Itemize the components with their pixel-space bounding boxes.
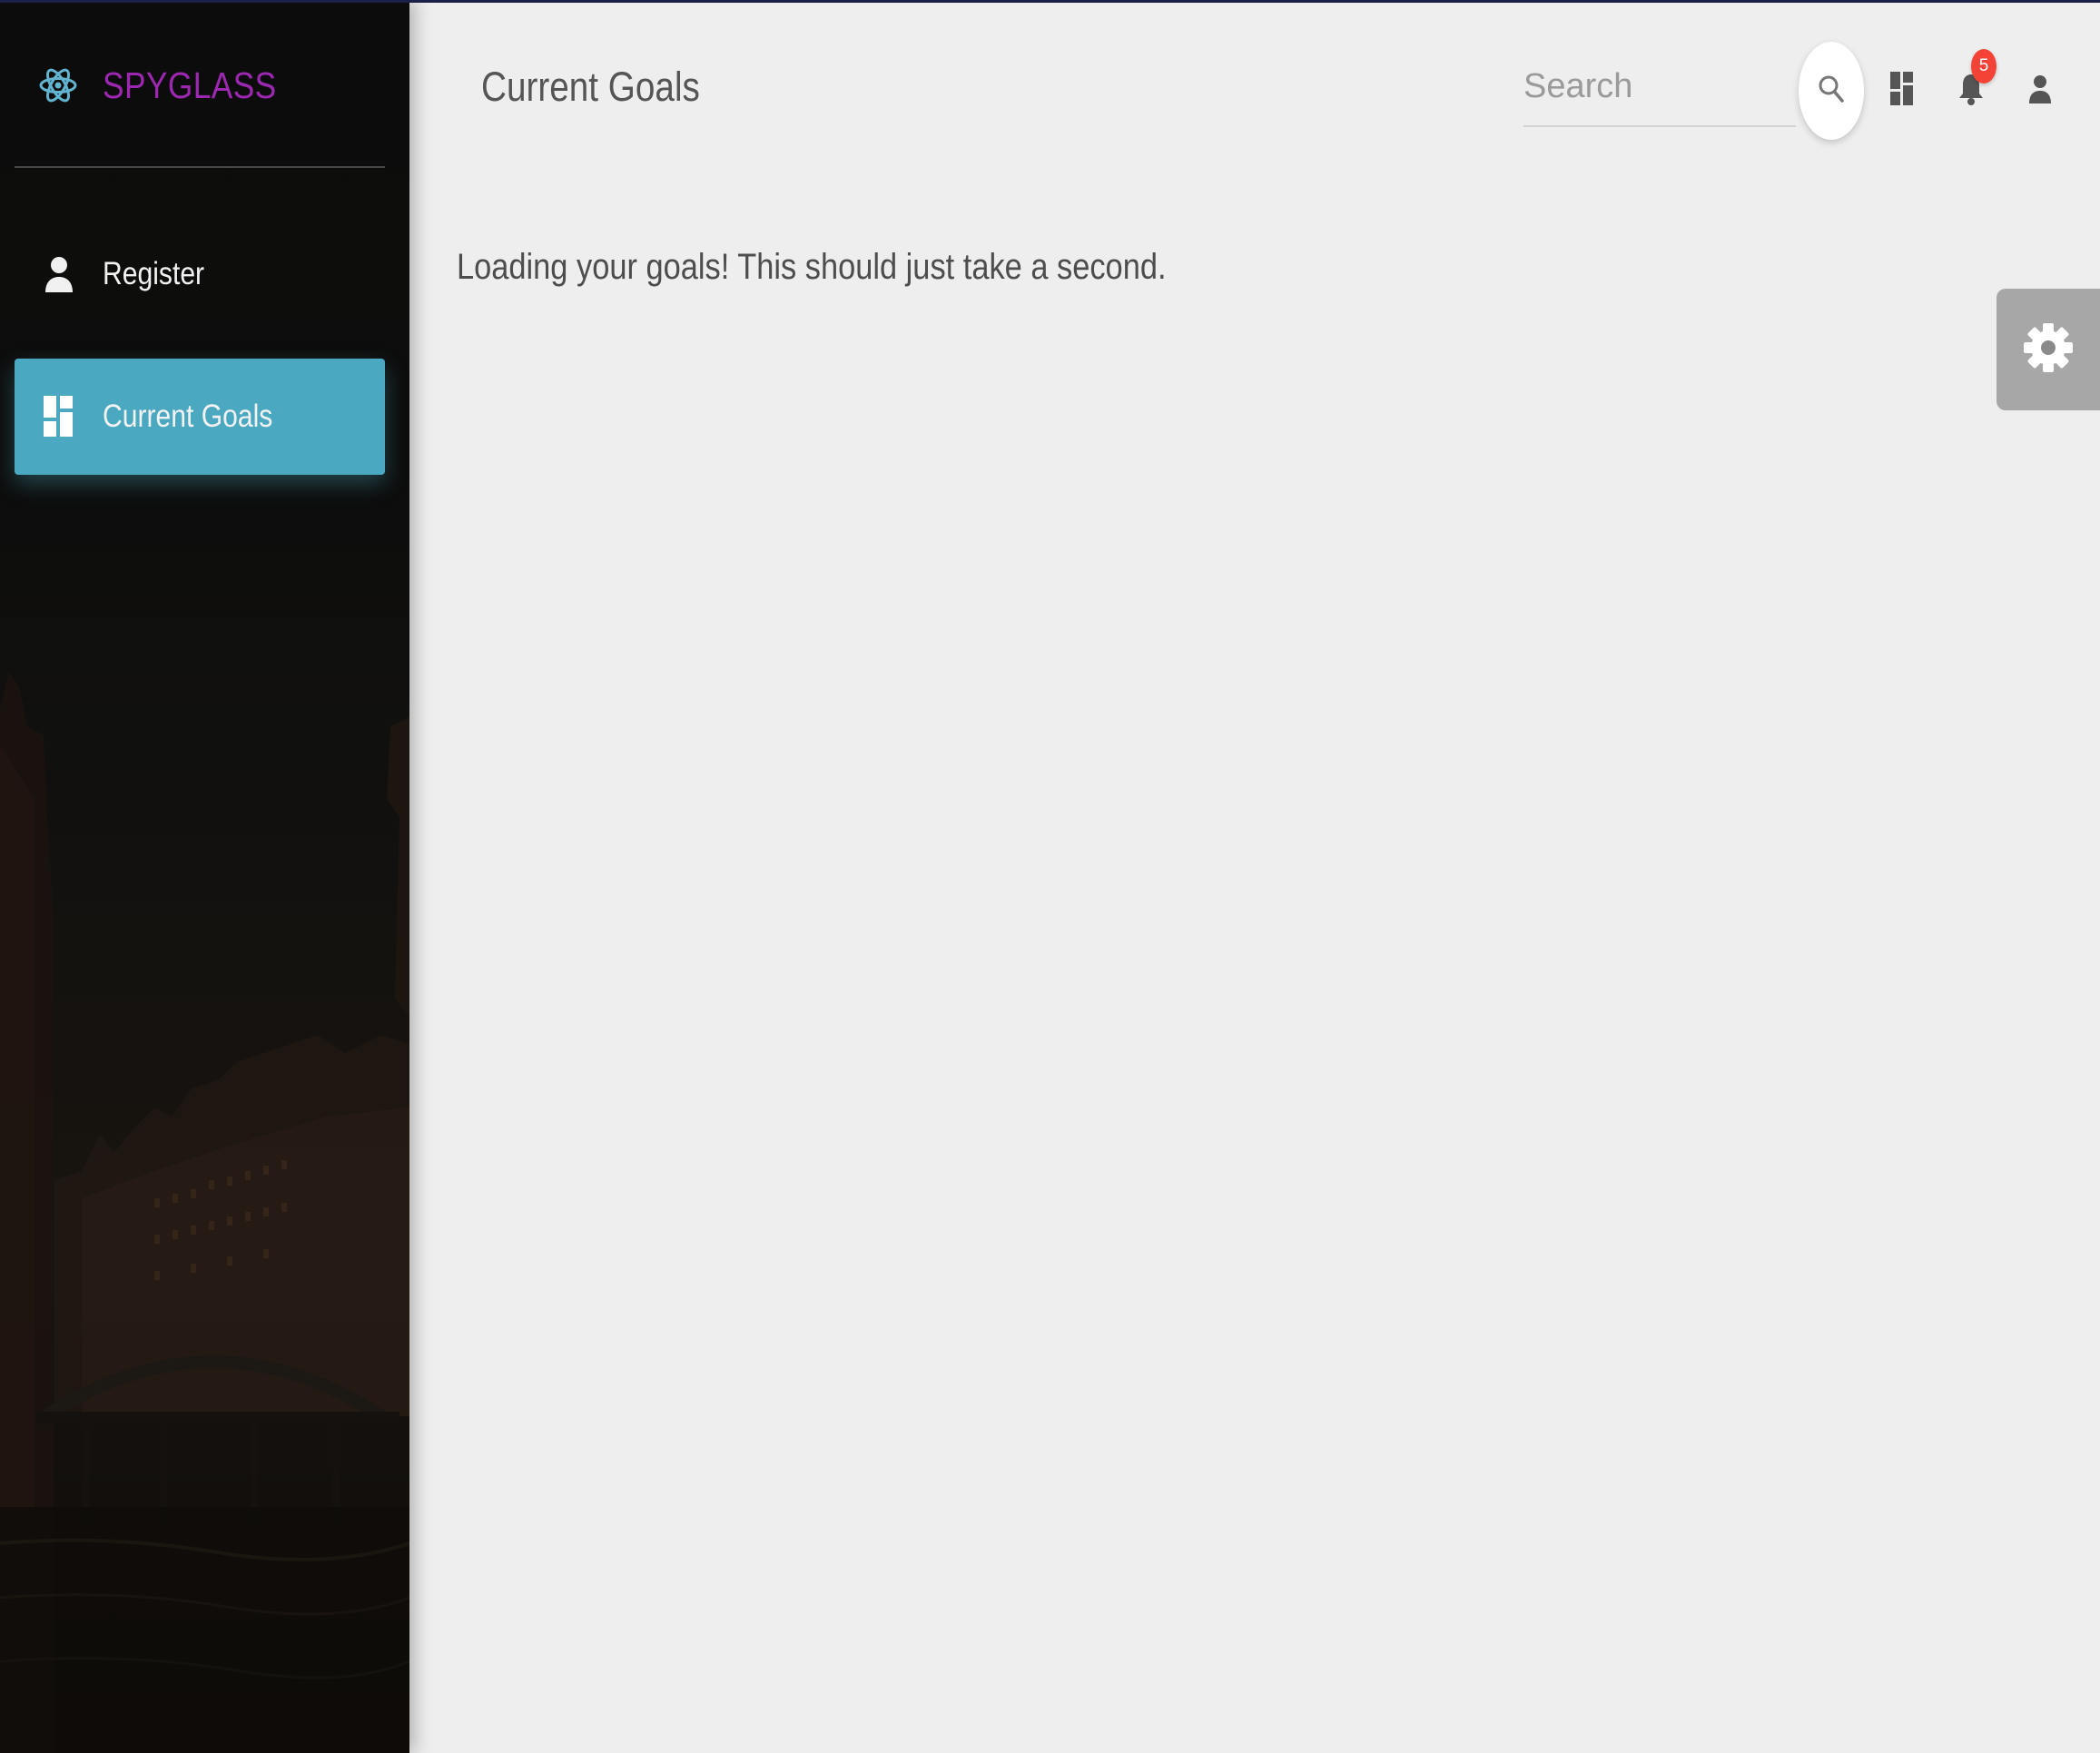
sidebar-item-current-goals[interactable]: Current Goals: [15, 359, 385, 475]
person-icon: [43, 253, 75, 295]
notification-count-badge: 5: [1971, 49, 1996, 84]
loading-message: Loading your goals! This should just tak…: [457, 247, 1167, 287]
page-title: Current Goals: [481, 64, 700, 110]
sidebar-item-label: Register: [103, 256, 205, 291]
person-icon: [2028, 73, 2052, 110]
brand-name: SPYGLASS: [103, 64, 277, 106]
dashboard-icon: [1890, 71, 1914, 111]
gear-icon: [2024, 315, 2073, 385]
search-icon: [1818, 74, 1845, 109]
user-profile-button[interactable]: [2017, 65, 2063, 116]
search-input[interactable]: [1523, 64, 1787, 109]
divider: [15, 166, 385, 168]
top-edge: [0, 0, 2100, 3]
sidebar: SPYGLASS Register Current Goals: [0, 0, 409, 1753]
dashboard-icon: [43, 396, 75, 438]
sidebar-item-register[interactable]: Register: [15, 216, 385, 332]
brand[interactable]: SPYGLASS: [38, 56, 305, 114]
sidebar-item-label: Current Goals: [103, 399, 273, 434]
dashboard-button[interactable]: [1879, 65, 1925, 116]
settings-button[interactable]: [1996, 289, 2100, 410]
search-field: [1523, 54, 1796, 127]
search-button[interactable]: [1799, 42, 1864, 140]
atom-icon: [38, 62, 78, 109]
